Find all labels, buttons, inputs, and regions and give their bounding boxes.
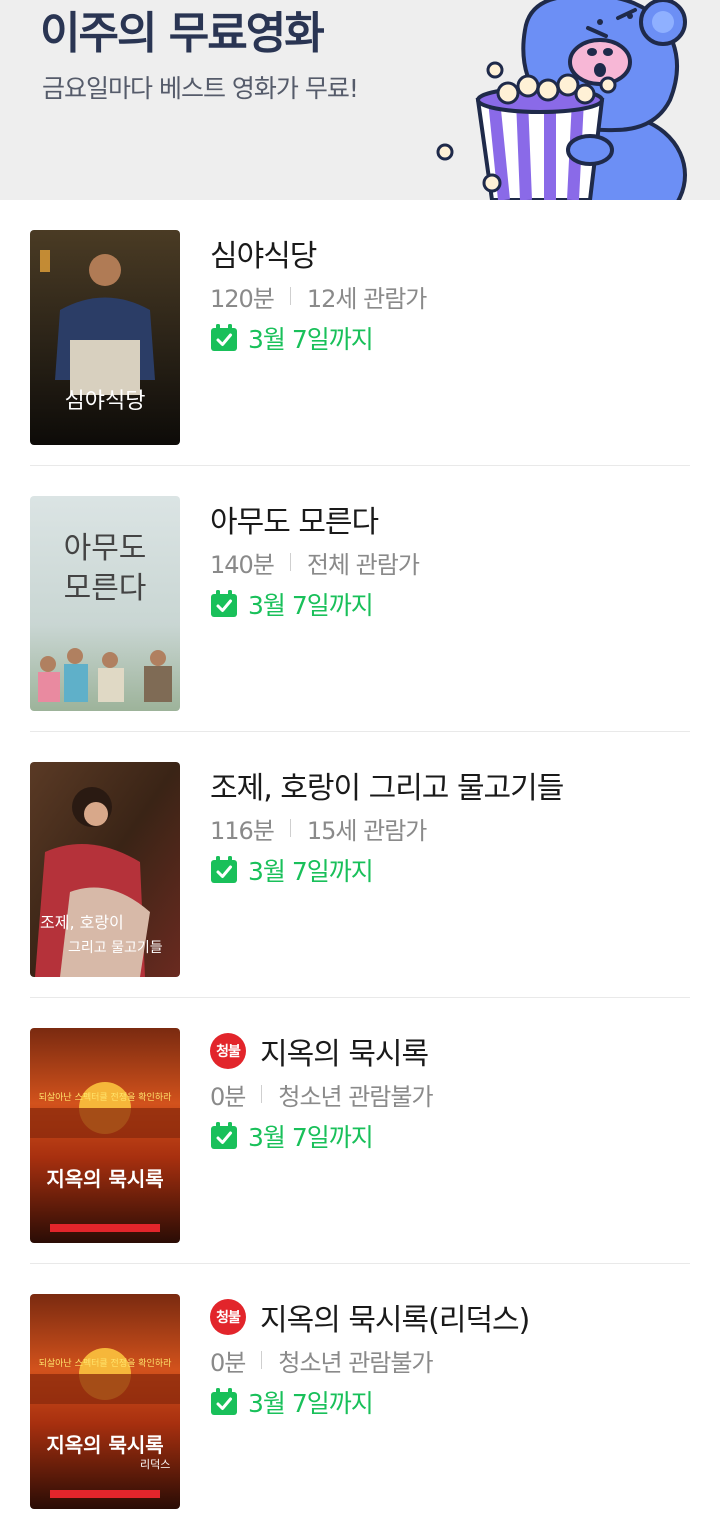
free-until-date: 3월 7일까지 xyxy=(248,857,374,886)
movie-title: 지옥의 묵시록 xyxy=(260,1037,429,1072)
poster-title: 지옥의 묵시록 xyxy=(46,1433,163,1457)
movie-rating: 12세 관람가 xyxy=(306,284,427,313)
promo-banner: 이주의 무료영화 금요일마다 베스트 영화가 무료! xyxy=(0,0,720,200)
movie-poster[interactable]: 되살아난 스펙터클 전쟁을 확인하라 지옥의 묵시록 xyxy=(30,1028,180,1243)
poster-tagline: 되살아난 스펙터클 전쟁을 확인하라 xyxy=(39,1357,173,1369)
meta-divider xyxy=(289,819,291,837)
list-item-movie[interactable]: 되살아난 스펙터클 전쟁을 확인하라 지옥의 묵시록 청불 지옥의 묵시록 0분… xyxy=(0,998,720,1264)
calendar-check-icon xyxy=(211,1122,237,1149)
poster-subtitle: 모른다 xyxy=(64,571,147,606)
bear-popcorn-mascot-icon xyxy=(436,0,687,200)
free-until-date: 3월 7일까지 xyxy=(248,1389,374,1418)
calendar-check-icon xyxy=(211,856,237,883)
movie-info: 조제, 호랑이 그리고 물고기들 116분 15세 관람가 3월 7일까지 xyxy=(210,764,700,891)
calendar-check-icon xyxy=(211,324,237,351)
movie-runtime: 120분 xyxy=(210,284,275,313)
movie-info: 청불 지옥의 묵시록(리덕스) 0분 청소년 관람불가 3월 7일까지 xyxy=(210,1296,700,1423)
free-until-date: 3월 7일까지 xyxy=(248,325,374,354)
movie-rating: 청소년 관람불가 xyxy=(278,1348,433,1377)
free-until-date: 3월 7일까지 xyxy=(248,1123,374,1152)
movie-runtime: 140분 xyxy=(210,550,275,579)
calendar-check-icon xyxy=(211,590,237,617)
movie-title: 아무도 모른다 xyxy=(210,505,379,540)
restricted-rating-badge: 청불 xyxy=(210,1299,246,1335)
movie-rating: 전체 관람가 xyxy=(306,550,420,579)
movie-title: 지옥의 묵시록(리덕스) xyxy=(260,1303,530,1338)
calendar-check-icon xyxy=(211,1388,237,1415)
movie-rating: 15세 관람가 xyxy=(306,816,427,845)
movie-runtime: 0분 xyxy=(210,1348,246,1377)
poster-title: 조제, 호랑이 xyxy=(40,913,124,932)
banner-subtitle: 금요일마다 베스트 영화가 무료! xyxy=(42,74,359,103)
movie-runtime: 0분 xyxy=(210,1082,246,1111)
banner-title: 이주의 무료영화 xyxy=(40,8,325,59)
movie-poster[interactable]: 심야식당 xyxy=(30,230,180,445)
movie-title: 조제, 호랑이 그리고 물고기들 xyxy=(210,771,564,806)
list-item-movie[interactable]: 아무도 모른다 아무도 모른다 140분 전체 관람가 3월 7일까지 xyxy=(0,466,720,732)
movie-info: 심야식당 120분 12세 관람가 3월 7일까지 xyxy=(210,232,700,359)
movie-info: 아무도 모른다 140분 전체 관람가 3월 7일까지 xyxy=(210,498,700,625)
meta-divider xyxy=(261,1351,263,1369)
movie-poster[interactable]: 조제, 호랑이 그리고 물고기들 xyxy=(30,762,180,977)
restricted-rating-badge: 청불 xyxy=(210,1033,246,1069)
poster-title: 지옥의 묵시록 xyxy=(46,1167,163,1191)
movie-info: 청불 지옥의 묵시록 0분 청소년 관람불가 3월 7일까지 xyxy=(210,1030,700,1157)
poster-title: 아무도 xyxy=(64,531,147,566)
movie-poster[interactable]: 아무도 모른다 xyxy=(30,496,180,711)
poster-tagline: 되살아난 스펙터클 전쟁을 확인하라 xyxy=(39,1091,173,1103)
free-until-date: 3월 7일까지 xyxy=(248,591,374,620)
poster-edition: 리덕스 xyxy=(140,1458,170,1471)
meta-divider xyxy=(289,553,291,571)
movie-runtime: 116분 xyxy=(210,816,275,845)
movie-rating: 청소년 관람불가 xyxy=(278,1082,433,1111)
poster-subtitle: 그리고 물고기들 xyxy=(68,940,163,956)
list-item-movie[interactable]: 되살아난 스펙터클 전쟁을 확인하라 지옥의 묵시록 리덕스 청불 지옥의 묵시… xyxy=(0,1264,720,1515)
list-item-movie[interactable]: 심야식당 심야식당 120분 12세 관람가 3월 7일까지 xyxy=(0,200,720,466)
poster-title: 심야식당 xyxy=(65,389,146,414)
list-item-movie[interactable]: 조제, 호랑이 그리고 물고기들 조제, 호랑이 그리고 물고기들 116분 1… xyxy=(0,732,720,998)
movie-poster[interactable]: 되살아난 스펙터클 전쟁을 확인하라 지옥의 묵시록 리덕스 xyxy=(30,1294,180,1509)
meta-divider xyxy=(261,1085,263,1103)
movie-list: 심야식당 심야식당 120분 12세 관람가 3월 7일까지 아무도 모른다 아… xyxy=(0,200,720,1515)
movie-title: 심야식당 xyxy=(210,239,317,274)
meta-divider xyxy=(289,287,291,305)
